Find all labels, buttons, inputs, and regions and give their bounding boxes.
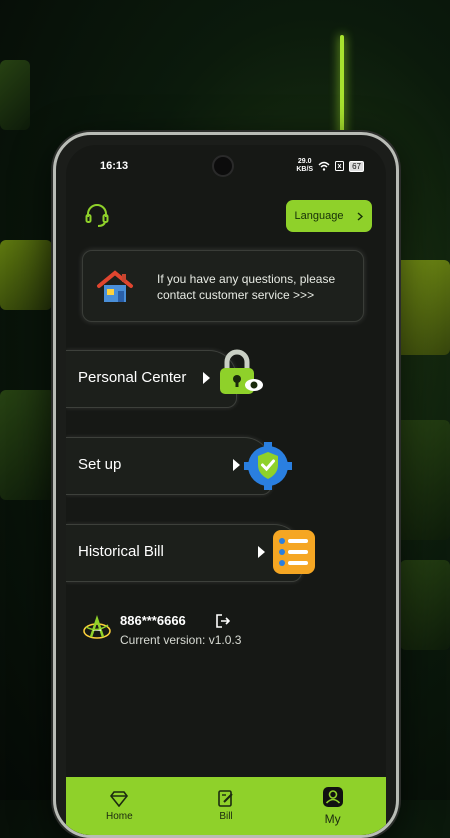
screen: 16:13 29.0 KB/S 67 Language If you have … <box>66 145 386 835</box>
camera-hole <box>212 155 234 177</box>
banner-text: If you have any questions, please contac… <box>157 272 336 302</box>
tab-label: My <box>324 812 341 826</box>
bg-tile <box>392 260 450 355</box>
net-speed: 29.0 KB/S <box>296 158 313 174</box>
caret-right-icon <box>203 372 210 384</box>
bg-tile <box>0 60 30 130</box>
status-bar: 16:13 29.0 KB/S 67 <box>66 145 386 183</box>
language-button[interactable]: Language <box>286 200 372 232</box>
user-info: 886***6666 Current version: v1.0.3 <box>82 611 342 651</box>
tab-label: Bill <box>219 811 233 822</box>
diamond-icon <box>110 790 129 807</box>
tab-label: Home <box>105 810 133 822</box>
edit-note-icon <box>218 790 233 807</box>
tab-home[interactable]: Home <box>79 790 159 822</box>
wifi-icon <box>318 161 330 171</box>
checklist-icon <box>273 530 315 574</box>
menu-label: Set up <box>78 456 122 473</box>
tab-bill[interactable]: Bill <box>186 790 266 822</box>
status-time: 16:13 <box>100 160 129 172</box>
menu-set-up[interactable]: Set up <box>66 437 292 495</box>
user-phone: 886***6666 <box>120 613 186 628</box>
net-speed-value: 29.0 <box>297 158 312 165</box>
bottom-tab-bar: Home Bill My <box>66 777 386 835</box>
caret-right-icon <box>258 546 265 558</box>
shield-gear-icon <box>244 442 292 490</box>
language-label: Language <box>294 210 344 222</box>
net-speed-unit: KB/S <box>296 166 314 173</box>
menu-label: Historical Bill <box>78 543 164 560</box>
customer-service-banner[interactable]: If you have any questions, please contac… <box>82 250 364 322</box>
menu-label: Personal Center <box>78 369 187 386</box>
logout-icon[interactable] <box>216 614 230 628</box>
tab-my[interactable]: My <box>293 786 373 826</box>
bg-tile <box>0 390 55 500</box>
profile-icon <box>322 787 343 807</box>
bg-glow <box>340 35 344 145</box>
caret-right-icon <box>233 459 240 471</box>
bg-tile <box>392 420 450 540</box>
menu-personal-center[interactable]: Personal Center <box>66 349 263 408</box>
headset-icon[interactable] <box>84 202 110 228</box>
app-version: Current version: v1.0.3 <box>120 633 242 647</box>
bg-tile <box>400 560 450 650</box>
chevron-right-icon <box>358 211 364 221</box>
battery-indicator: 67 <box>349 160 364 172</box>
brand-logo <box>83 615 111 639</box>
house-icon <box>97 270 133 302</box>
sim-icon <box>335 161 345 171</box>
status-icons: 29.0 KB/S 67 <box>296 158 364 174</box>
padlock-eye-icon <box>220 349 263 394</box>
bg-tile <box>0 240 52 310</box>
menu-historical-bill[interactable]: Historical Bill <box>66 524 315 582</box>
phone-frame: 16:13 29.0 KB/S 67 Language If you have … <box>53 132 399 838</box>
